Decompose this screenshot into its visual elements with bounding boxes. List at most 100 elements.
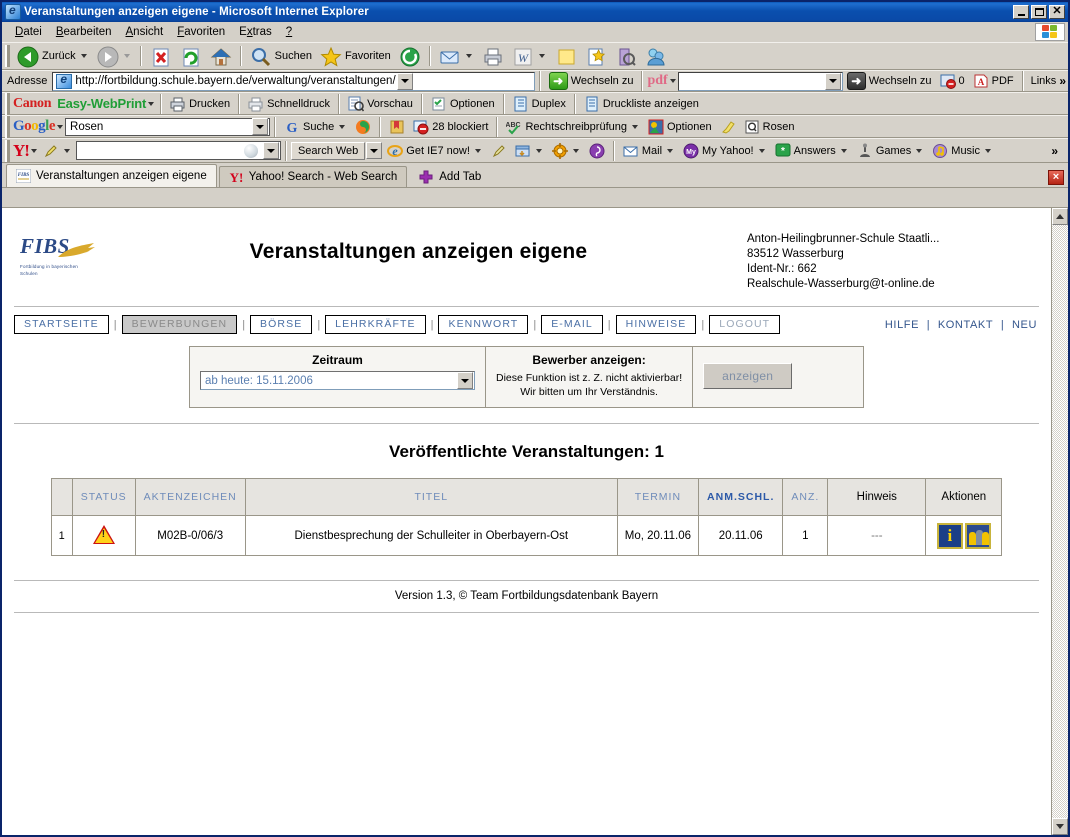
edit-dropdown-icon[interactable] xyxy=(538,54,545,58)
canon-dropdown-icon[interactable] xyxy=(148,101,155,106)
favorites-button[interactable]: Favoriten xyxy=(316,44,395,69)
mail-dropdown-icon[interactable] xyxy=(465,54,472,58)
yahoo-pencil-button[interactable] xyxy=(39,141,76,161)
yahoo-dropdown-icon[interactable] xyxy=(30,148,37,153)
pdf-search-dropdown-button[interactable] xyxy=(824,72,841,90)
menu-item-favoriten[interactable]: Favoriten xyxy=(170,24,232,40)
th-anmschl[interactable]: ANM.SCHL. xyxy=(698,478,784,516)
menu-item-extras[interactable]: Extras xyxy=(232,24,279,40)
canon-duplex-button[interactable]: Duplex xyxy=(509,94,570,114)
minimize-button[interactable] xyxy=(1013,5,1029,19)
blocked-counter[interactable]: 0 xyxy=(936,71,969,91)
menu-item-help[interactable]: ? xyxy=(279,24,299,40)
google-search-button[interactable]: G Suche xyxy=(280,117,351,137)
forward-button[interactable] xyxy=(93,44,136,69)
close-tab-bar-button[interactable]: × xyxy=(1048,170,1064,185)
th-anz[interactable]: ANZ. xyxy=(782,478,829,516)
pencil-dropdown-icon[interactable] xyxy=(63,148,70,153)
canon-quickprint-button[interactable]: Schnelldruck xyxy=(244,94,334,114)
address-dropdown-button[interactable] xyxy=(396,72,413,90)
maximize-button[interactable] xyxy=(1031,5,1047,19)
zeitraum-select[interactable]: ab heute: 15.11.2006 xyxy=(200,371,475,390)
google-search-dropdown-icon[interactable] xyxy=(339,124,346,129)
google-dropdown-icon[interactable] xyxy=(57,124,64,129)
th-termin[interactable]: TERMIN xyxy=(616,478,700,516)
mail-dropdown-icon[interactable] xyxy=(667,148,674,153)
yahoo-search-web-dropdown-button[interactable] xyxy=(366,142,383,159)
nav-logout[interactable]: LOGOUT xyxy=(709,315,781,334)
yahoo-mail-button[interactable]: Mail xyxy=(619,141,679,161)
go-button[interactable]: ➜ Wechseln zu xyxy=(545,70,638,92)
get-ie7-button[interactable]: e Get IE7 now! xyxy=(383,141,487,161)
yahoo-search-web-button[interactable]: Search Web xyxy=(290,141,366,160)
yahoo-answers-button[interactable]: * Answers xyxy=(771,141,853,161)
notes-button[interactable] xyxy=(551,44,581,69)
google-options-button[interactable]: Optionen xyxy=(644,117,716,137)
messenger-button[interactable] xyxy=(641,44,671,69)
research-button[interactable] xyxy=(611,44,641,69)
nav-bewerbungen[interactable]: BEWERBUNGEN xyxy=(121,315,238,334)
answers-dropdown-icon[interactable] xyxy=(840,148,847,153)
yahoo-antispam-button[interactable] xyxy=(585,141,609,161)
google-term-button[interactable]: Rosen xyxy=(740,117,799,137)
pdf-button[interactable]: A PDF xyxy=(969,71,1018,91)
yahoo-search-dropdown-button[interactable] xyxy=(262,142,279,159)
games-dropdown-icon[interactable] xyxy=(916,148,923,153)
scroll-track[interactable] xyxy=(1052,225,1068,818)
back-dropdown-icon[interactable] xyxy=(80,54,87,58)
yahoo-overflow-chevron-icon[interactable]: » xyxy=(1051,144,1058,158)
history-button[interactable] xyxy=(395,44,425,69)
toolbar-grip[interactable] xyxy=(5,139,10,162)
folder-dropdown-icon[interactable] xyxy=(535,148,542,153)
google-spellcheck-button[interactable]: ABC Rechtschreibprüfung xyxy=(502,117,644,137)
nav-kontakt[interactable]: KONTAKT xyxy=(936,319,995,331)
nav-hinweise[interactable]: HINWEISE xyxy=(615,315,697,334)
menu-item-datei[interactable]: Datei xyxy=(8,24,49,40)
add-favorite-button[interactable] xyxy=(581,44,611,69)
google-search-input[interactable]: Rosen xyxy=(65,117,271,136)
th-titel[interactable]: TITEL xyxy=(244,478,618,516)
toolbar-grip[interactable] xyxy=(5,115,10,138)
yahoo-antispy-button[interactable] xyxy=(548,141,585,161)
vertical-scrollbar[interactable] xyxy=(1051,208,1068,835)
pdf-search-input[interactable] xyxy=(677,71,843,91)
zeitraum-dropdown-icon[interactable] xyxy=(457,372,473,389)
home-button[interactable] xyxy=(206,44,236,69)
nav-neu[interactable]: NEU xyxy=(1010,319,1039,331)
links-chevron-icon[interactable]: » xyxy=(1059,74,1066,88)
address-input[interactable]: http://fortbildung.schule.bayern.de/verw… xyxy=(52,71,535,91)
info-icon[interactable] xyxy=(936,522,963,549)
menu-item-bearbeiten[interactable]: Bearbeiten xyxy=(49,24,119,40)
scroll-down-button[interactable] xyxy=(1052,818,1068,835)
mail-button[interactable] xyxy=(435,44,478,69)
forward-dropdown-icon[interactable] xyxy=(123,54,130,58)
close-button[interactable]: ✕ xyxy=(1049,5,1065,19)
yahoo-games-button[interactable]: Games xyxy=(853,141,928,161)
th-aktenzeichen[interactable]: AKTENZEICHEN xyxy=(134,478,246,516)
anzeigen-button[interactable]: anzeigen xyxy=(703,363,793,389)
print-button[interactable] xyxy=(478,44,508,69)
nav-kennwort[interactable]: KENNWORT xyxy=(438,315,529,334)
nav-lehrkraefte[interactable]: LEHRKRÄFTE xyxy=(325,315,426,334)
scroll-up-button[interactable] xyxy=(1052,208,1068,225)
search-button[interactable]: Suchen xyxy=(246,44,316,69)
nav-email[interactable]: E-MAIL xyxy=(541,315,603,334)
back-button[interactable]: Zurück xyxy=(13,44,93,69)
participants-icon[interactable] xyxy=(964,522,991,549)
google-bookmarks-button[interactable] xyxy=(385,117,409,137)
google-highlight-button[interactable] xyxy=(716,117,740,137)
pdf-dropdown-icon[interactable] xyxy=(669,79,676,83)
nav-boerse[interactable]: BÖRSE xyxy=(250,315,313,334)
edit-word-button[interactable]: W xyxy=(508,44,551,69)
canon-preview-button[interactable]: Vorschau xyxy=(344,94,417,114)
yahoo-search-input[interactable] xyxy=(75,141,281,160)
tab-veranstaltungen[interactable]: FIBS Veranstaltungen anzeigen eigene xyxy=(6,164,217,187)
th-status[interactable]: STATUS xyxy=(71,478,136,516)
links-label[interactable]: Links xyxy=(1028,75,1060,87)
stop-button[interactable] xyxy=(146,44,176,69)
canon-print-button[interactable]: Drucken xyxy=(166,94,234,114)
canon-options-button[interactable]: Optionen xyxy=(427,94,499,114)
toolbar-grip[interactable] xyxy=(5,45,10,67)
go2-button[interactable]: ➜ Wechseln zu xyxy=(843,70,936,92)
refresh-button[interactable] xyxy=(176,44,206,69)
